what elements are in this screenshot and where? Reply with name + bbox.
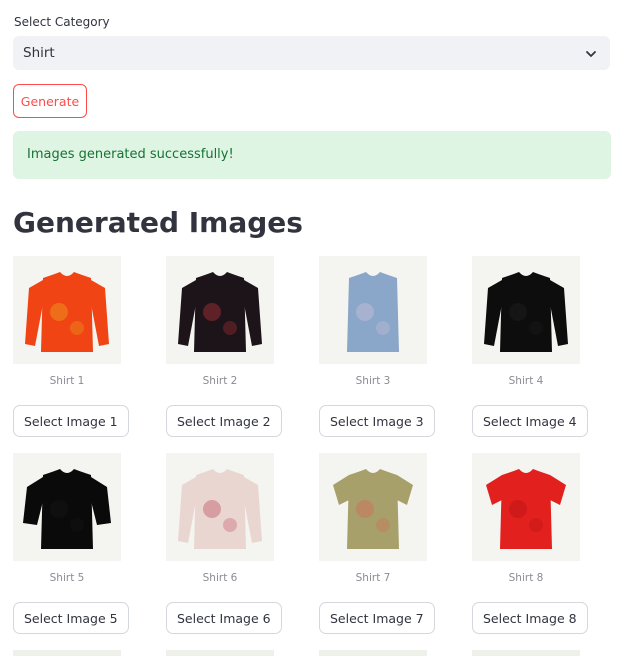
shirt-image bbox=[319, 256, 427, 364]
select-image-button[interactable]: Select Image 1 bbox=[13, 405, 129, 437]
shirt-image bbox=[472, 453, 580, 561]
select-image-button[interactable]: Select Image 7 bbox=[319, 602, 435, 634]
select-image-button[interactable]: Select Image 3 bbox=[319, 405, 435, 437]
shirt-image bbox=[13, 453, 121, 561]
image-caption: Shirt 3 bbox=[355, 375, 391, 387]
next-row-thumbnail bbox=[319, 650, 427, 656]
image-card: Shirt 4 Select Image 4 bbox=[472, 256, 624, 437]
select-image-button[interactable]: Select Image 4 bbox=[472, 405, 588, 437]
image-caption: Shirt 1 bbox=[49, 375, 85, 387]
image-card: Shirt 7 Select Image 7 bbox=[319, 453, 471, 634]
generate-button[interactable]: Generate bbox=[13, 84, 87, 118]
image-card: Shirt 1 Select Image 1 bbox=[13, 256, 165, 437]
image-card: Shirt 5 Select Image 5 bbox=[13, 453, 165, 634]
next-row-thumbnail bbox=[166, 650, 274, 656]
success-alert: Images generated successfully! bbox=[13, 131, 611, 179]
next-row-thumbnail bbox=[472, 650, 580, 656]
chevron-down-icon bbox=[584, 46, 598, 60]
select-image-button[interactable]: Select Image 2 bbox=[166, 405, 282, 437]
category-select-value: Shirt bbox=[23, 45, 55, 61]
image-card: Shirt 8 Select Image 8 bbox=[472, 453, 624, 634]
select-image-button[interactable]: Select Image 5 bbox=[13, 602, 129, 634]
image-caption: Shirt 5 bbox=[49, 572, 85, 584]
image-caption: Shirt 8 bbox=[508, 572, 544, 584]
page-title: Generated Images bbox=[13, 206, 303, 239]
category-select[interactable]: Shirt bbox=[13, 36, 610, 70]
image-caption: Shirt 4 bbox=[508, 375, 544, 387]
shirt-image bbox=[166, 453, 274, 561]
shirt-image bbox=[13, 256, 121, 364]
image-caption: Shirt 2 bbox=[202, 375, 238, 387]
success-message: Images generated successfully! bbox=[27, 147, 234, 162]
shirt-image bbox=[472, 256, 580, 364]
select-category-label: Select Category bbox=[14, 15, 110, 29]
image-card: Shirt 6 Select Image 6 bbox=[166, 453, 318, 634]
select-image-button[interactable]: Select Image 8 bbox=[472, 602, 588, 634]
image-card: Shirt 3 Select Image 3 bbox=[319, 256, 471, 437]
next-row-thumbnail bbox=[13, 650, 121, 656]
image-card: Shirt 2 Select Image 2 bbox=[166, 256, 318, 437]
image-caption: Shirt 7 bbox=[355, 572, 391, 584]
shirt-image bbox=[319, 453, 427, 561]
image-caption: Shirt 6 bbox=[202, 572, 238, 584]
shirt-image bbox=[166, 256, 274, 364]
select-image-button[interactable]: Select Image 6 bbox=[166, 602, 282, 634]
